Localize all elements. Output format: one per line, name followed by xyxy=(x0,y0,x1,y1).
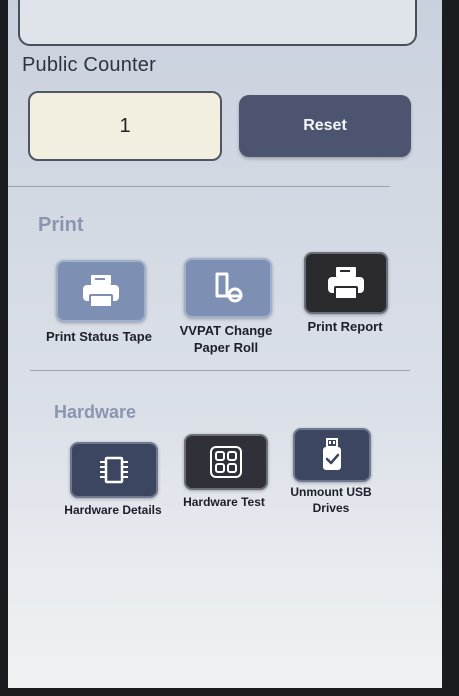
print-section-title: Print xyxy=(38,214,84,236)
printer-icon xyxy=(83,275,119,308)
print-report-label: Print Report xyxy=(307,319,383,334)
top-panel xyxy=(18,0,417,46)
hardware-details-label: Hardware Details xyxy=(64,503,162,517)
paper-roll-icon xyxy=(215,272,243,303)
hardware-test-label: Hardware Test xyxy=(183,495,265,509)
unmount-usb-drives-label: Unmount USB Drives xyxy=(290,485,372,515)
public-counter-label: Public Counter xyxy=(22,54,156,76)
vvpat-change-paper-roll-label: VVPAT Change Paper Roll xyxy=(179,323,273,355)
admin-screen: Public Counter 1 Reset Print Print Statu… xyxy=(8,0,442,688)
divider xyxy=(8,186,390,187)
chip-icon xyxy=(100,456,128,484)
print-status-tape-label: Print Status Tape xyxy=(46,329,152,344)
hardware-test-button[interactable] xyxy=(184,434,268,490)
public-counter-value: 1 xyxy=(28,91,222,161)
hardware-details-button[interactable] xyxy=(70,442,158,498)
divider xyxy=(30,370,410,371)
printer-icon xyxy=(328,267,364,300)
unmount-usb-drives-button[interactable] xyxy=(293,428,371,482)
hardware-section-title: Hardware xyxy=(54,402,137,422)
print-report-button[interactable] xyxy=(304,252,388,314)
print-status-tape-button[interactable] xyxy=(56,260,146,322)
usb-drive-icon xyxy=(323,438,341,470)
grid-icon xyxy=(210,446,242,478)
reset-button[interactable]: Reset xyxy=(239,95,411,157)
vvpat-change-paper-roll-button[interactable] xyxy=(184,258,272,318)
